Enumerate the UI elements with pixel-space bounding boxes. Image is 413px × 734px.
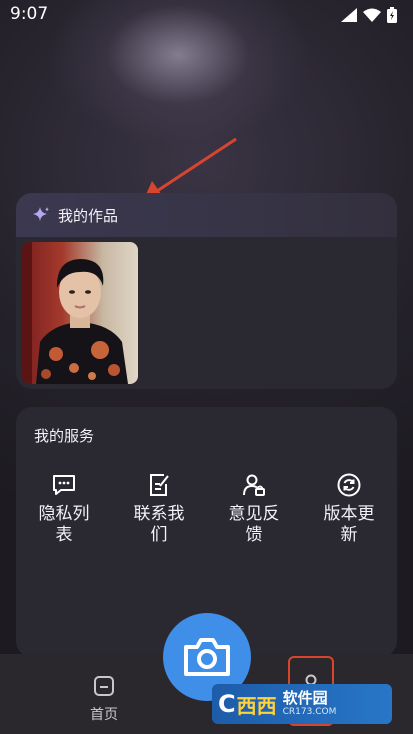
service-label: 联系我们 — [133, 504, 185, 545]
service-feedback[interactable]: 意见反馈 — [214, 471, 294, 546]
works-header[interactable]: 我的作品 — [16, 193, 397, 237]
watermark: C 西西 软件园 CR173.COM — [212, 684, 392, 724]
work-thumbnail[interactable] — [22, 242, 138, 384]
chat-icon — [53, 475, 75, 495]
service-version-update[interactable]: 版本更新 — [309, 471, 389, 546]
service-label: 隐私列表 — [38, 504, 90, 545]
signal-icon — [341, 8, 357, 22]
refresh-icon — [337, 473, 361, 497]
status-icons — [341, 7, 397, 23]
battery-icon — [387, 7, 397, 23]
camera-icon — [184, 638, 230, 676]
wifi-icon — [363, 8, 381, 22]
status-time: 9:07 — [10, 4, 49, 24]
user-feedback-icon — [243, 474, 265, 496]
edit-note-icon — [150, 474, 169, 496]
service-contact-us[interactable]: 联系我们 — [119, 471, 199, 546]
home-icon — [94, 676, 114, 696]
service-privacy-list[interactable]: 隐私列表 — [24, 471, 104, 546]
services-title: 我的服务 — [34, 427, 95, 445]
works-card: 我的作品 — [16, 193, 397, 389]
watermark-brand-mark: 西西 — [236, 693, 277, 718]
watermark-logo: C — [218, 690, 236, 718]
status-bar: 9:07 — [0, 0, 413, 30]
portrait-image — [22, 242, 138, 384]
watermark-sub-text: CR173.COM — [282, 707, 337, 717]
sparkle-icon — [33, 207, 49, 221]
works-title: 我的作品 — [58, 206, 119, 225]
service-label: 意见反馈 — [228, 504, 280, 545]
tab-home-label: 首页 — [90, 707, 118, 723]
annotation-arrow — [144, 137, 237, 199]
tab-home[interactable]: 首页 — [74, 674, 134, 724]
service-label: 版本更新 — [323, 504, 375, 545]
watermark-main-text: 软件园 — [282, 689, 328, 707]
